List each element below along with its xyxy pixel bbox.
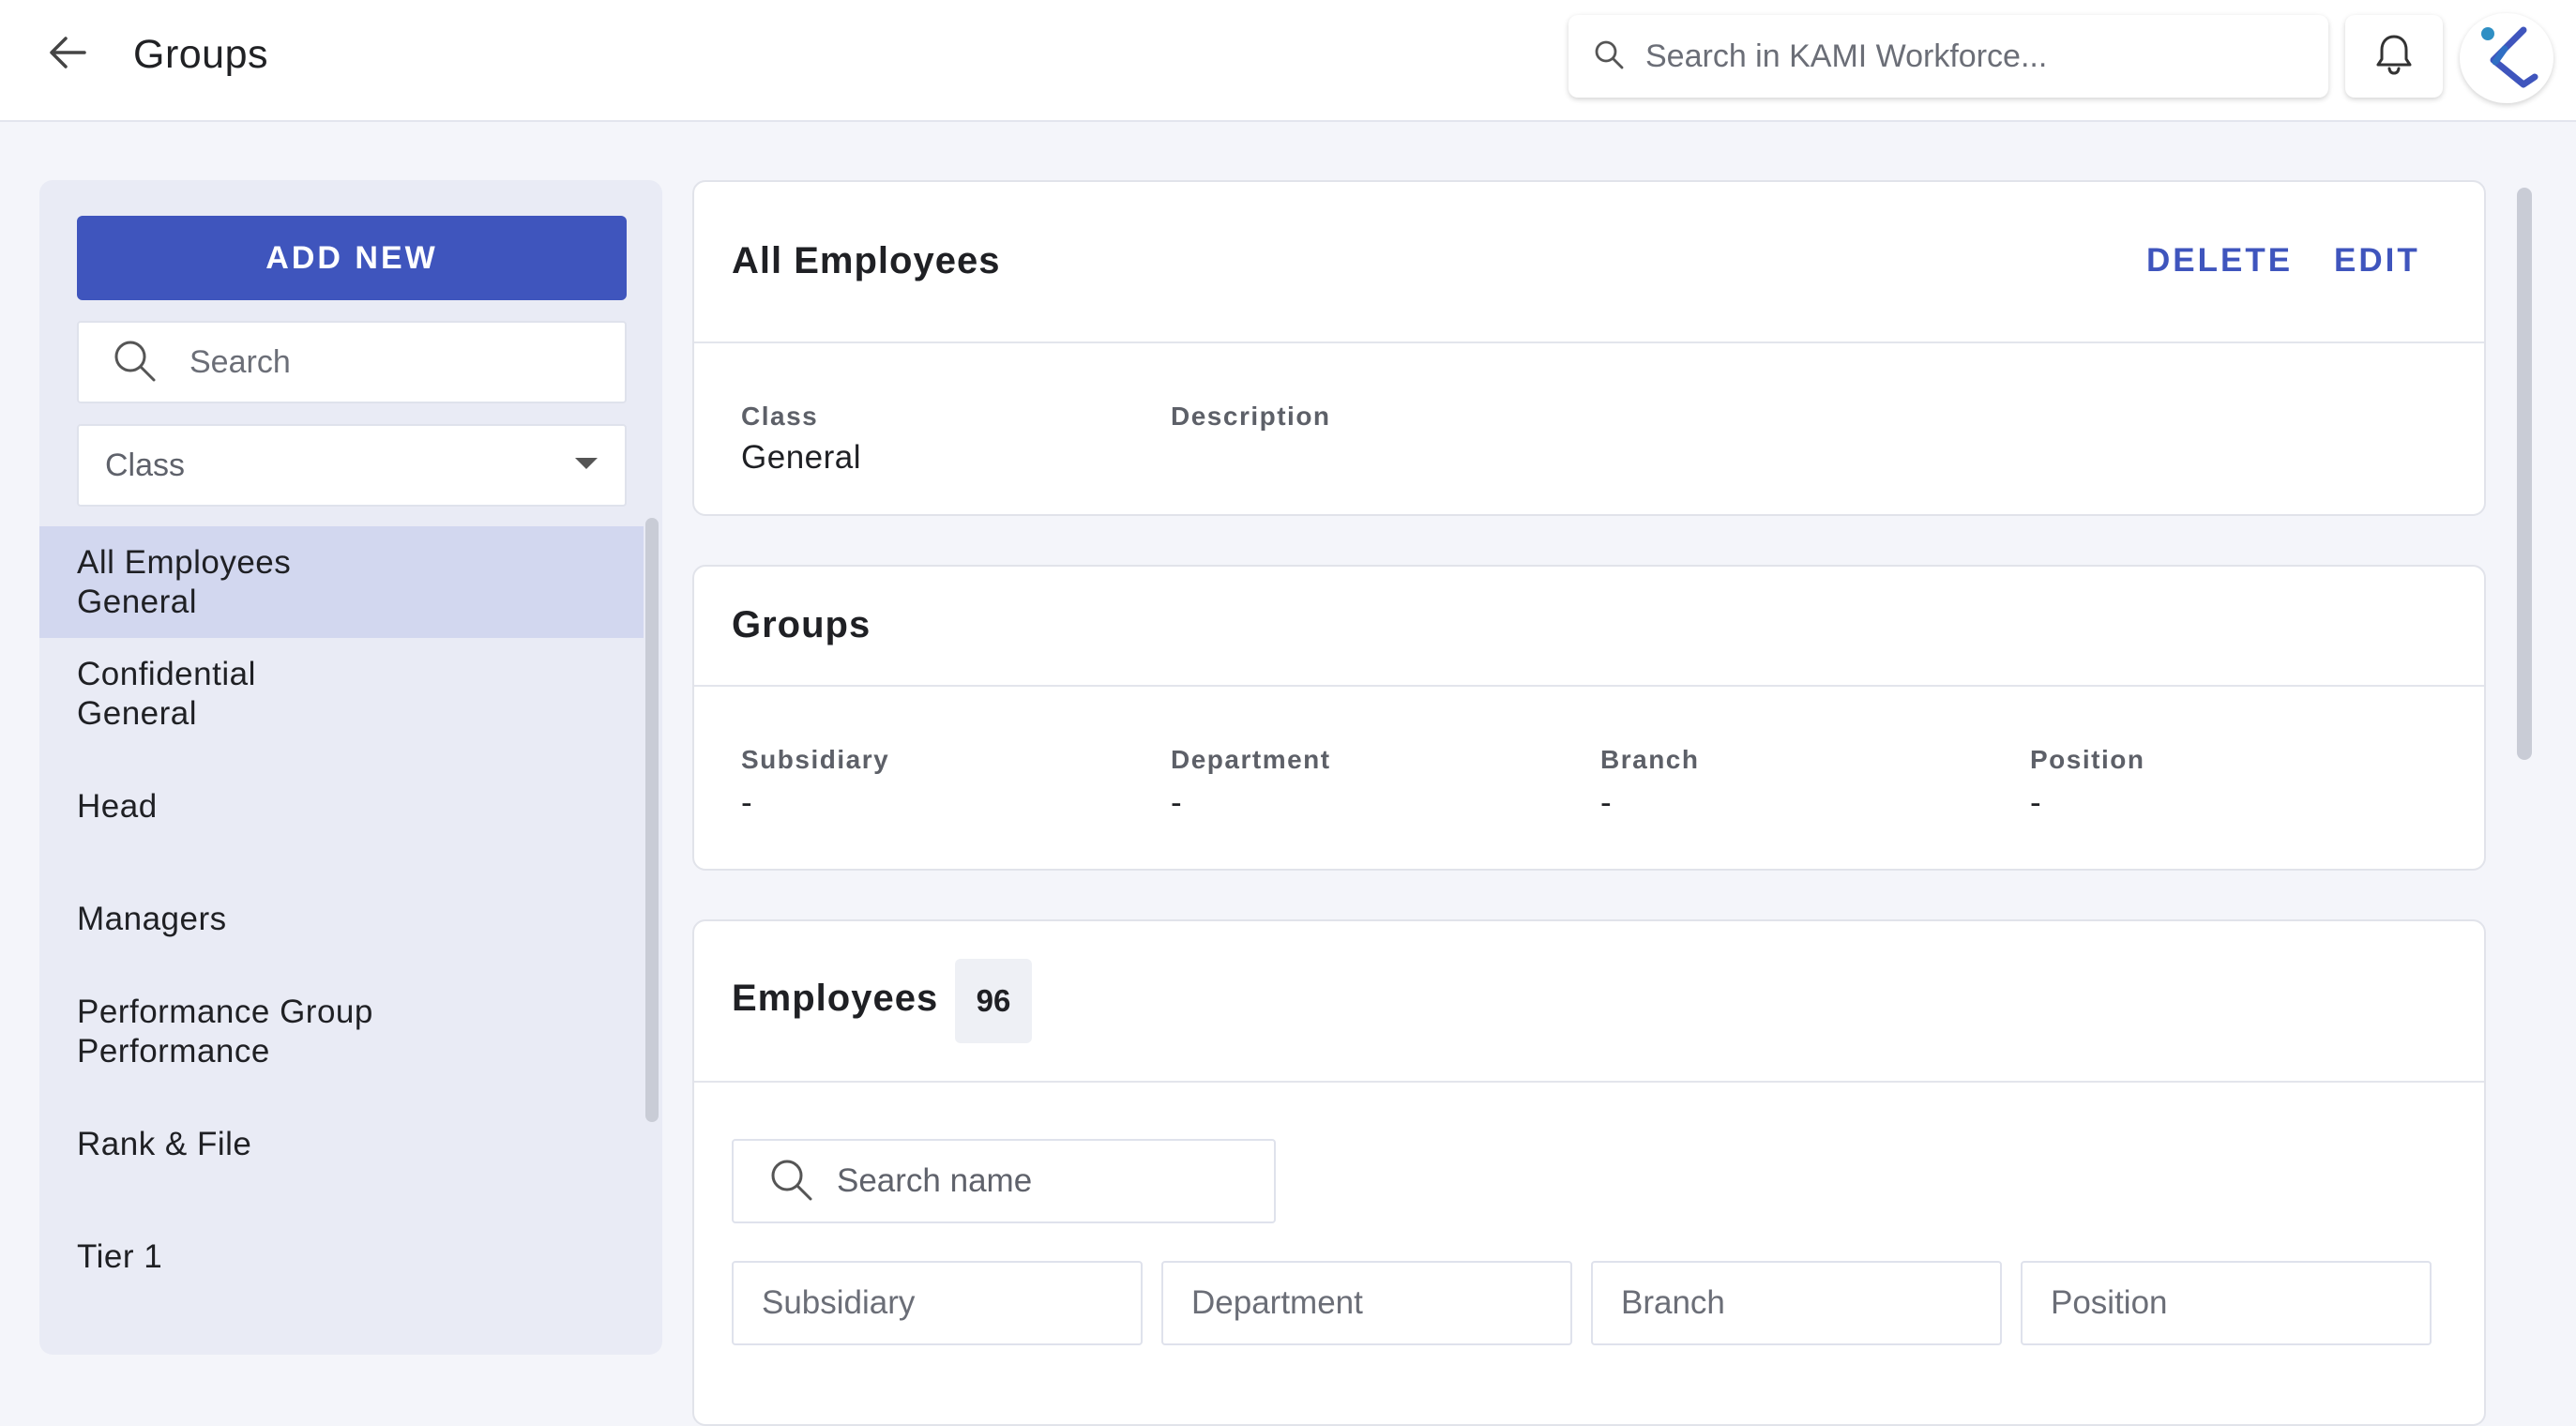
branch-value: - (1600, 784, 1613, 821)
subsidiary-label: Subsidiary (741, 745, 890, 774)
branch-label: Branch (1600, 745, 1700, 774)
sidebar-search-input[interactable] (189, 334, 625, 390)
class-label: Class (741, 402, 819, 431)
group-class: General (77, 695, 198, 732)
global-search-input[interactable] (1645, 28, 2328, 84)
groups-card: Groups Subsidiary - Department - Branch … (692, 565, 2486, 871)
list-item-tier-1[interactable]: Tier 1 (39, 1201, 644, 1313)
group-list: All Employees General Confidential Gener… (39, 526, 644, 1324)
list-item-managers[interactable]: Managers (39, 863, 644, 976)
description-label: Description (1171, 402, 1331, 431)
group-title: All Employees (732, 240, 1001, 281)
delete-button[interactable]: DELETE (2146, 242, 2293, 280)
group-detail-card: All Employees DELETE EDIT Class General … (692, 180, 2486, 516)
sidebar-scrollbar[interactable] (645, 518, 659, 1122)
employees-card-title: Employees (732, 978, 939, 1019)
main-scrollbar[interactable] (2517, 188, 2532, 760)
employee-search[interactable] (732, 1139, 1276, 1223)
bell-icon (2373, 32, 2415, 82)
department-filter[interactable]: Department (1161, 1261, 1572, 1345)
group-name: All Employees (77, 543, 292, 581)
sidebar-search[interactable] (77, 321, 627, 403)
subsidiary-value: - (741, 784, 753, 821)
employees-card-header: Employees 96 (694, 921, 2484, 1083)
branch-filter[interactable]: Branch (1591, 1261, 2002, 1345)
class-value: General (741, 439, 862, 476)
position-label: Position (2030, 745, 2145, 774)
add-new-button[interactable]: ADD NEW (77, 216, 627, 300)
group-detail-header: All Employees DELETE EDIT (694, 182, 2484, 343)
group-class: General (77, 583, 198, 620)
department-label: Department (1171, 745, 1331, 774)
groups-sidebar: ADD NEW Class All Employees General Conf… (39, 180, 662, 1355)
subsidiary-filter[interactable]: Subsidiary (732, 1261, 1143, 1345)
global-search[interactable] (1568, 15, 2328, 98)
class-filter-label: Class (105, 447, 186, 483)
group-name: Rank & File (77, 1126, 252, 1162)
caret-down-icon (574, 456, 599, 476)
list-item-confidential[interactable]: Confidential General (39, 638, 644, 751)
list-item-rank-and-file[interactable]: Rank & File (39, 1088, 644, 1201)
department-value: - (1171, 784, 1183, 821)
position-filter[interactable]: Position (2021, 1261, 2432, 1345)
group-name: Confidential (77, 656, 256, 692)
class-filter-select[interactable]: Class (77, 424, 627, 507)
page-title: Groups (133, 32, 269, 77)
top-bar: Groups (0, 0, 2576, 122)
position-value: - (2030, 784, 2042, 821)
group-name: Head (77, 788, 158, 825)
list-item-performance-group[interactable]: Performance Group Performance (39, 976, 644, 1088)
group-name: Tier 1 (77, 1238, 163, 1275)
search-icon (111, 337, 158, 388)
employee-count-badge: 96 (955, 959, 1032, 1043)
group-name: Performance Group (77, 994, 373, 1030)
groups-card-header: Groups (694, 567, 2484, 687)
back-button[interactable] (38, 28, 98, 81)
list-item-all-employees[interactable]: All Employees General (39, 526, 644, 638)
edit-button[interactable]: EDIT (2334, 242, 2420, 280)
groups-card-title: Groups (732, 604, 871, 645)
user-avatar[interactable] (2460, 13, 2553, 103)
kami-logo-icon (2471, 21, 2542, 97)
group-class: Performance (77, 1033, 270, 1070)
search-icon (1593, 38, 1625, 75)
notifications-button[interactable] (2345, 15, 2443, 98)
search-icon (767, 1156, 814, 1207)
employees-card: Employees 96 Subsidiary Department Branc… (692, 919, 2486, 1426)
list-item-head[interactable]: Head (39, 751, 644, 863)
arrow-left-icon (47, 34, 88, 76)
employee-search-input[interactable] (837, 1153, 1274, 1209)
group-name: Managers (77, 901, 227, 937)
